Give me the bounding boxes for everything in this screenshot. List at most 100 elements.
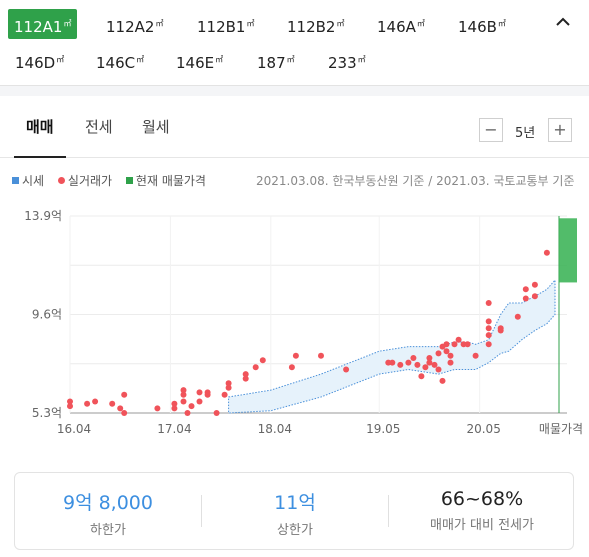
x-tick-label: 20.05 xyxy=(466,422,500,436)
high-price-label: 상한가 xyxy=(277,523,313,538)
transaction-point xyxy=(252,364,259,371)
transaction-point xyxy=(84,400,91,407)
transaction-point xyxy=(455,336,462,343)
area-type-112A1[interactable]: 112A1㎡ xyxy=(8,9,78,39)
transaction-point xyxy=(117,405,124,412)
period-label: 5년 xyxy=(515,126,536,141)
transaction-point xyxy=(531,281,538,288)
chart-legend: 시세 실거래가 현재 매물가격 xyxy=(12,172,216,189)
tab-jeonse[interactable]: 전세 xyxy=(85,116,113,137)
transaction-point xyxy=(418,373,425,380)
area-type-112B2[interactable]: 112B2㎡ xyxy=(281,9,350,39)
transaction-point xyxy=(410,355,417,361)
transaction-point xyxy=(225,380,232,387)
transaction-point xyxy=(242,371,249,378)
transaction-point xyxy=(514,313,521,320)
transaction-point xyxy=(422,364,429,371)
transaction-point xyxy=(531,293,538,300)
transaction-point xyxy=(447,352,454,359)
area-type-112B1[interactable]: 112B1㎡ xyxy=(191,9,260,39)
section-gap xyxy=(0,86,589,96)
chevron-up-icon[interactable] xyxy=(555,14,571,30)
x-tick-label: 17.04 xyxy=(157,422,191,436)
period-increase-button[interactable]: + xyxy=(548,118,572,142)
transaction-point xyxy=(522,286,529,293)
transaction-point xyxy=(485,325,492,332)
transaction-point xyxy=(414,361,421,368)
period-decrease-button[interactable]: − xyxy=(479,118,503,142)
jeonse-ratio-label: 매매가 대비 전세가 xyxy=(430,518,534,533)
transaction-point xyxy=(109,400,116,407)
y-tick-label: 5.3억 xyxy=(32,406,62,420)
transaction-point xyxy=(343,366,350,373)
tab-sale[interactable]: 매매 xyxy=(26,116,54,137)
area-type-146C[interactable]: 146C㎡ xyxy=(90,45,150,75)
area-type-233[interactable]: 233㎡ xyxy=(322,45,372,75)
transaction-point xyxy=(435,366,442,373)
legend-dot-icon xyxy=(57,177,65,184)
transaction-point xyxy=(292,352,299,359)
transaction-point xyxy=(389,359,396,366)
transaction-point xyxy=(443,341,450,348)
legend-square-icon xyxy=(12,177,19,184)
price-chart: 13.9억 9.6억 5.3억 16.04 17.04 18.04 19.05 20.05 매물… xyxy=(24,209,583,436)
tab-monthly-rent[interactable]: 월세 xyxy=(142,116,170,137)
area-type-146E[interactable]: 146E㎡ xyxy=(170,45,229,75)
legend-square-icon xyxy=(125,177,133,184)
market-price-band xyxy=(228,278,556,414)
summary-low: 9억 8,000 하한가 xyxy=(15,473,201,551)
x-tick-label: 18.04 xyxy=(258,422,292,436)
legend-current-listing: 현재 매물가격 xyxy=(125,174,206,188)
y-tick-label: 13.9억 xyxy=(24,209,62,223)
transaction-point xyxy=(405,359,412,366)
transaction-point xyxy=(180,398,187,405)
transaction-point xyxy=(543,249,550,256)
area-type-187[interactable]: 187㎡ xyxy=(251,45,301,75)
data-source-note: 2021.03.08. 한국부동산원 기준 / 2021.03. 국토교통부 기… xyxy=(256,174,575,188)
area-type-146D[interactable]: 146D㎡ xyxy=(9,45,70,75)
transaction-point xyxy=(439,377,446,384)
transaction-point xyxy=(447,359,454,366)
low-price-label: 하한가 xyxy=(90,523,126,538)
transaction-point xyxy=(522,295,529,302)
transaction-point xyxy=(213,410,220,416)
transaction-point xyxy=(497,325,504,332)
transaction-point xyxy=(171,405,178,412)
transaction-point xyxy=(92,398,99,405)
area-type-112A2[interactable]: 112A2㎡ xyxy=(100,9,169,39)
transaction-point xyxy=(180,387,187,394)
transaction-point xyxy=(121,391,128,398)
jeonse-ratio-value: 66~68% xyxy=(440,488,524,510)
current-listing-range xyxy=(559,218,577,283)
transaction-point xyxy=(288,364,295,371)
legend-market-price: 시세 xyxy=(12,174,44,188)
transaction-point xyxy=(184,410,191,416)
area-type-selector: 112A1㎡ 112A2㎡ 112B1㎡ 112B2㎡ 146A㎡ 146B㎡ … xyxy=(0,0,589,86)
transaction-point xyxy=(196,389,203,396)
transaction-point xyxy=(431,361,438,368)
transaction-point xyxy=(443,348,450,355)
transaction-point xyxy=(451,341,458,348)
area-type-146A[interactable]: 146A㎡ xyxy=(371,9,431,39)
x-tick-label: 매물가격 xyxy=(539,422,583,436)
transaction-point xyxy=(188,403,195,410)
summary-ratio: 66~68% 매매가 대비 전세가 xyxy=(389,473,575,551)
active-tab-indicator xyxy=(14,156,66,158)
transaction-point xyxy=(121,410,128,416)
transaction-point xyxy=(464,341,471,348)
transaction-point xyxy=(196,398,203,405)
transaction-point xyxy=(259,357,266,364)
price-summary: 9억 8,000 하한가 11억 상한가 66~68% 매매가 대비 전세가 xyxy=(14,472,574,550)
transaction-point xyxy=(435,350,442,357)
transaction-point xyxy=(426,355,433,361)
transaction-point xyxy=(221,391,228,398)
transaction-point xyxy=(485,332,492,339)
area-type-146B[interactable]: 146B㎡ xyxy=(452,9,512,39)
summary-high: 11억 상한가 xyxy=(202,473,388,551)
x-tick-label: 16.04 xyxy=(57,422,91,436)
transaction-point xyxy=(318,352,324,359)
legend-transactions: 실거래가 xyxy=(57,174,112,188)
transaction-point xyxy=(154,405,161,412)
transaction-point xyxy=(204,391,211,398)
x-tick-label: 19.05 xyxy=(366,422,400,436)
